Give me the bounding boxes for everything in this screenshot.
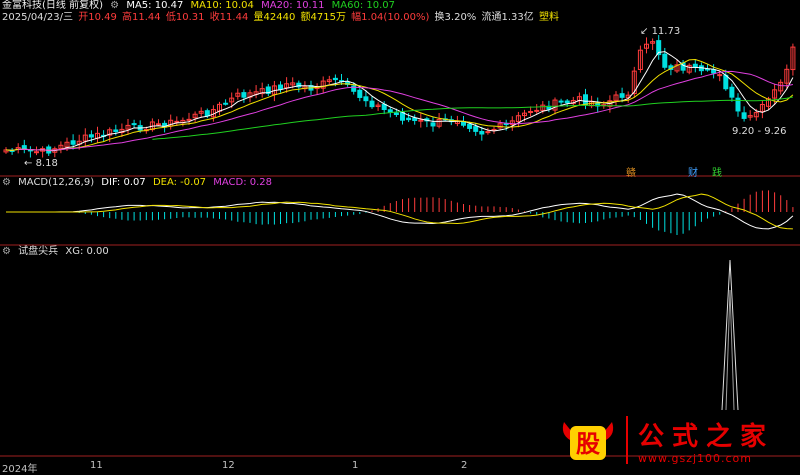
- quote-high: 高11.44: [122, 12, 161, 23]
- candle-body: [662, 53, 668, 68]
- candle-body: [534, 109, 540, 112]
- quote-volume: 量42440: [253, 12, 296, 23]
- low-price-label: ← 8.18: [24, 158, 58, 169]
- macd-panel: [6, 190, 794, 236]
- ma10-line: [5, 58, 794, 151]
- indicator-spike-line: [721, 259, 739, 411]
- candle-body: [711, 69, 717, 74]
- watermark-logo-icon: 股: [562, 422, 614, 460]
- candle-body: [729, 86, 735, 98]
- event-mark-1[interactable]: 赣: [626, 164, 636, 179]
- quote-industry: 塑料: [538, 12, 559, 23]
- candle-body: [467, 123, 473, 129]
- candle-body: [717, 74, 723, 77]
- macd-value: MACD: 0.28: [213, 177, 273, 188]
- macd-title[interactable]: MACD(12,26,9): [18, 177, 94, 188]
- candle-body: [528, 110, 534, 113]
- quote-float: 流通1.33亿: [481, 12, 534, 23]
- low-label-value: 8.18: [35, 158, 58, 169]
- indicator-panel: [721, 259, 739, 411]
- watermark-logo-text: 股: [576, 430, 600, 458]
- chart-canvas[interactable]: [0, 0, 800, 473]
- ma20-value: MA20: 10.11: [261, 0, 325, 11]
- candle-body: [406, 117, 412, 121]
- ma60-line: [152, 96, 793, 140]
- range-price-label: 9.20 - 9.26: [732, 126, 787, 137]
- quote-header: 2025/04/23/三 开10.49 高11.44 低10.31 收11.44…: [2, 12, 563, 24]
- quote-close: 收11.44: [209, 12, 249, 23]
- candle-body: [393, 112, 399, 116]
- high-price-label: ↙ 11.73: [640, 26, 680, 37]
- candle-body: [174, 120, 180, 123]
- macd-settings-icon[interactable]: ⚙: [2, 177, 11, 188]
- candle-body: [186, 118, 192, 121]
- indicator-settings-icon[interactable]: ⚙: [2, 246, 11, 257]
- candle-body: [400, 112, 405, 121]
- event-mark-3[interactable]: 践: [712, 164, 722, 179]
- indicator-header: ⚙ 试盘尖兵 XG: 0.00: [2, 246, 113, 258]
- watermark: 股 公式之家 www.gszj100.com: [558, 412, 780, 470]
- candle-body: [113, 129, 119, 132]
- candle-body: [241, 92, 247, 98]
- quote-date: 2025/04/23/三: [2, 12, 74, 23]
- candle-body: [332, 77, 338, 81]
- candle-body: [70, 140, 76, 145]
- candle-body: [619, 93, 625, 98]
- macd-dea: DEA: -0.07: [152, 177, 207, 188]
- quote-turnover: 换3.20%: [434, 12, 477, 23]
- candle-body: [363, 96, 369, 102]
- candle-body: [131, 123, 137, 126]
- macd-dea-line: [6, 193, 793, 230]
- quote-open: 开10.49: [78, 12, 117, 23]
- macd-header: ⚙ MACD(12,26,9) DIF: 0.07 DEA: -0.07 MAC…: [2, 177, 276, 189]
- watermark-divider: [626, 416, 628, 464]
- candle-body: [351, 85, 357, 92]
- ma5-value: MA5: 10.47: [126, 0, 184, 11]
- candle-body: [223, 102, 229, 105]
- candle-body: [479, 131, 485, 135]
- watermark-title: 公式之家: [638, 422, 775, 452]
- xaxis-label-dec: 12: [222, 460, 235, 471]
- candle-body: [430, 122, 436, 127]
- candle-body: [204, 110, 210, 117]
- xaxis-label-feb: 2: [461, 460, 468, 471]
- macd-dif-line: [6, 193, 794, 230]
- moving-average-lines: [5, 51, 794, 152]
- candle-body: [485, 131, 491, 134]
- candle-body: [34, 151, 39, 154]
- ma60-value: MA60: 10.07: [331, 0, 396, 11]
- high-label-arrow: ↙: [640, 26, 652, 37]
- main-header: 金富科技(日线 前复权) ⚙ MA5: 10.47 MA10: 10.04 MA…: [2, 0, 399, 12]
- candle-body: [558, 100, 564, 103]
- candlestick-series: [3, 35, 796, 158]
- candle-body: [88, 134, 94, 138]
- candle-body: [278, 84, 283, 90]
- candle-body: [583, 94, 588, 106]
- high-label-value: 11.73: [651, 26, 681, 37]
- macd-dif: DIF: 0.07: [101, 177, 146, 188]
- quote-low: 低10.31: [165, 12, 205, 23]
- candle-body: [741, 112, 747, 119]
- event-mark-2[interactable]: 财: [688, 164, 698, 179]
- indicator-title[interactable]: 试盘尖兵: [18, 246, 58, 257]
- candle-body: [564, 100, 570, 104]
- quote-amount: 额4715万: [300, 12, 346, 23]
- xaxis-label-jan: 1: [352, 460, 359, 471]
- candle-body: [692, 63, 698, 68]
- settings-icon[interactable]: ⚙: [110, 0, 119, 11]
- candle-body: [369, 100, 375, 108]
- stock-name[interactable]: 金富科技(日线 前复权): [2, 0, 103, 11]
- low-label-arrow: ←: [24, 158, 36, 169]
- candle-body: [723, 74, 729, 90]
- candle-body: [21, 145, 27, 150]
- candle-body: [357, 89, 363, 98]
- xaxis-label-nov: 11: [90, 460, 103, 471]
- quote-change: 幅1.04(10.00%): [351, 12, 430, 23]
- watermark-url[interactable]: www.gszj100.com: [638, 452, 752, 465]
- ma10-value: MA10: 10.04: [190, 0, 254, 11]
- candle-body: [473, 126, 479, 132]
- indicator-xg: XG: 0.00: [65, 246, 109, 257]
- candle-body: [156, 123, 161, 126]
